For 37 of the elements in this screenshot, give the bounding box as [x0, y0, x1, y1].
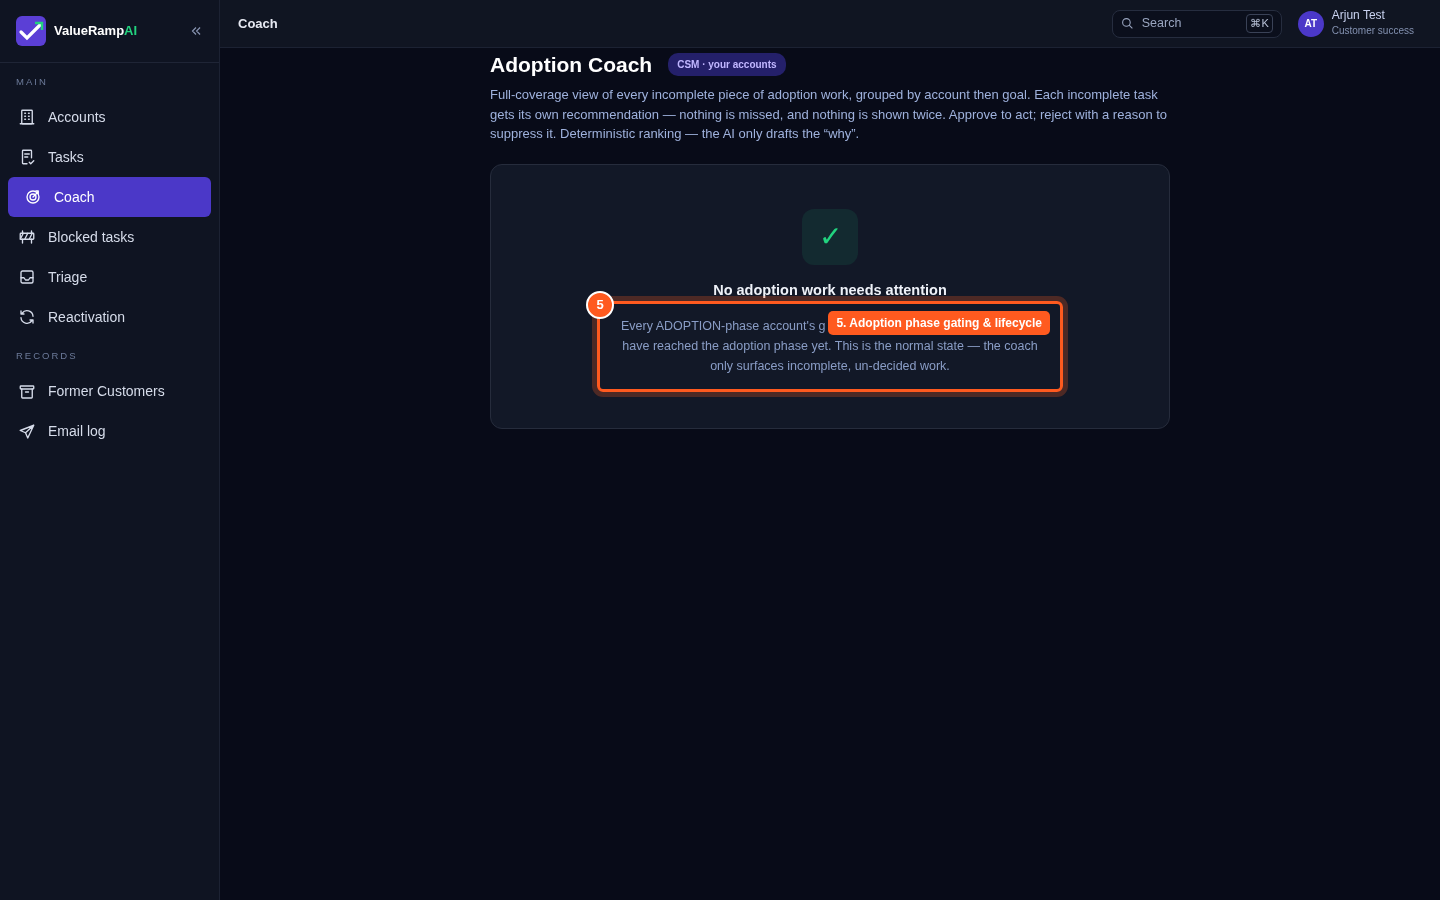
annotation-label: 5. Adoption phase gating & lifecycle — [828, 310, 1050, 335]
barrier-icon — [18, 228, 36, 247]
refresh-icon — [18, 308, 36, 327]
sidebar-item[interactable]: Former Customers — [8, 371, 211, 412]
sidebar-item[interactable]: Accounts — [8, 97, 211, 138]
section-heading: RECORDS — [15, 349, 79, 364]
check-icon: ✓ — [802, 208, 858, 265]
target-icon — [24, 188, 42, 207]
page-description: Full-coverage view of every incomplete piece of adoption work, grouped by account then goal. Each incomplete task gets its own recommendation — nothing is missed, and nothing is shown twice. Approve to act; reject with a reason to suppress it. Deterministic ranking — the AI only drafts the “why”. — [490, 86, 1169, 144]
empty-state-text: have reached the adoption phase yet. This is the normal state — the coach — [622, 337, 1038, 355]
collapse-sidebar-icon[interactable] — [189, 24, 203, 38]
shortcut-key: ⌘K — [1246, 14, 1273, 33]
sidebar-item[interactable]: Coach — [8, 177, 211, 218]
user-name: Arjun Test — [1331, 9, 1386, 23]
building-icon — [18, 108, 36, 127]
empty-state-text: only surfaces incomplete, un-decided work. — [710, 357, 950, 375]
user-avatar[interactable]: AT — [1297, 10, 1324, 37]
archive-icon — [18, 382, 36, 401]
search-icon — [1120, 17, 1134, 30]
page-title: Coach — [238, 14, 278, 33]
user-role: Customer success — [1331, 23, 1414, 38]
step-number-badge: 5 — [586, 290, 614, 319]
empty-state-title: No adoption work needs attention — [712, 280, 948, 299]
role-badge: CSM · your accounts — [668, 53, 786, 77]
sidebar-item[interactable]: Email log — [8, 411, 211, 452]
sidebar-item[interactable]: Blocked tasks — [8, 217, 211, 258]
section-heading: MAIN — [15, 75, 49, 89]
send-icon — [18, 422, 36, 441]
logo-icon — [16, 16, 46, 46]
inbox-icon — [18, 268, 36, 287]
empty-state-text: Every ADOPTION-phase account's g — [621, 317, 826, 335]
sidebar-item[interactable]: Triage — [8, 257, 211, 298]
brand-name: ValueRampAI — [54, 22, 138, 41]
search-field[interactable]: Search ⌘K — [1111, 9, 1282, 38]
sidebar-item[interactable]: Tasks — [8, 137, 211, 178]
sidebar-item[interactable]: Reactivation — [8, 297, 211, 338]
page-heading: Adoption Coach — [490, 52, 653, 78]
